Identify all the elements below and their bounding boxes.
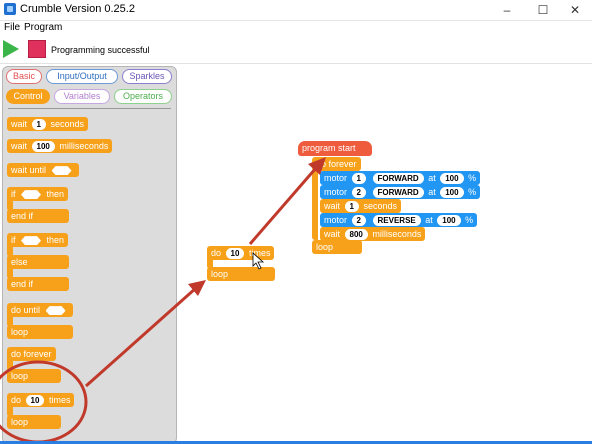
- highlight-circle: [0, 360, 88, 444]
- annotation-overlay: [0, 157, 326, 444]
- mouse-cursor-icon: [252, 252, 265, 270]
- arrow-line: [85, 286, 197, 388]
- arrow-line: [248, 167, 318, 245]
